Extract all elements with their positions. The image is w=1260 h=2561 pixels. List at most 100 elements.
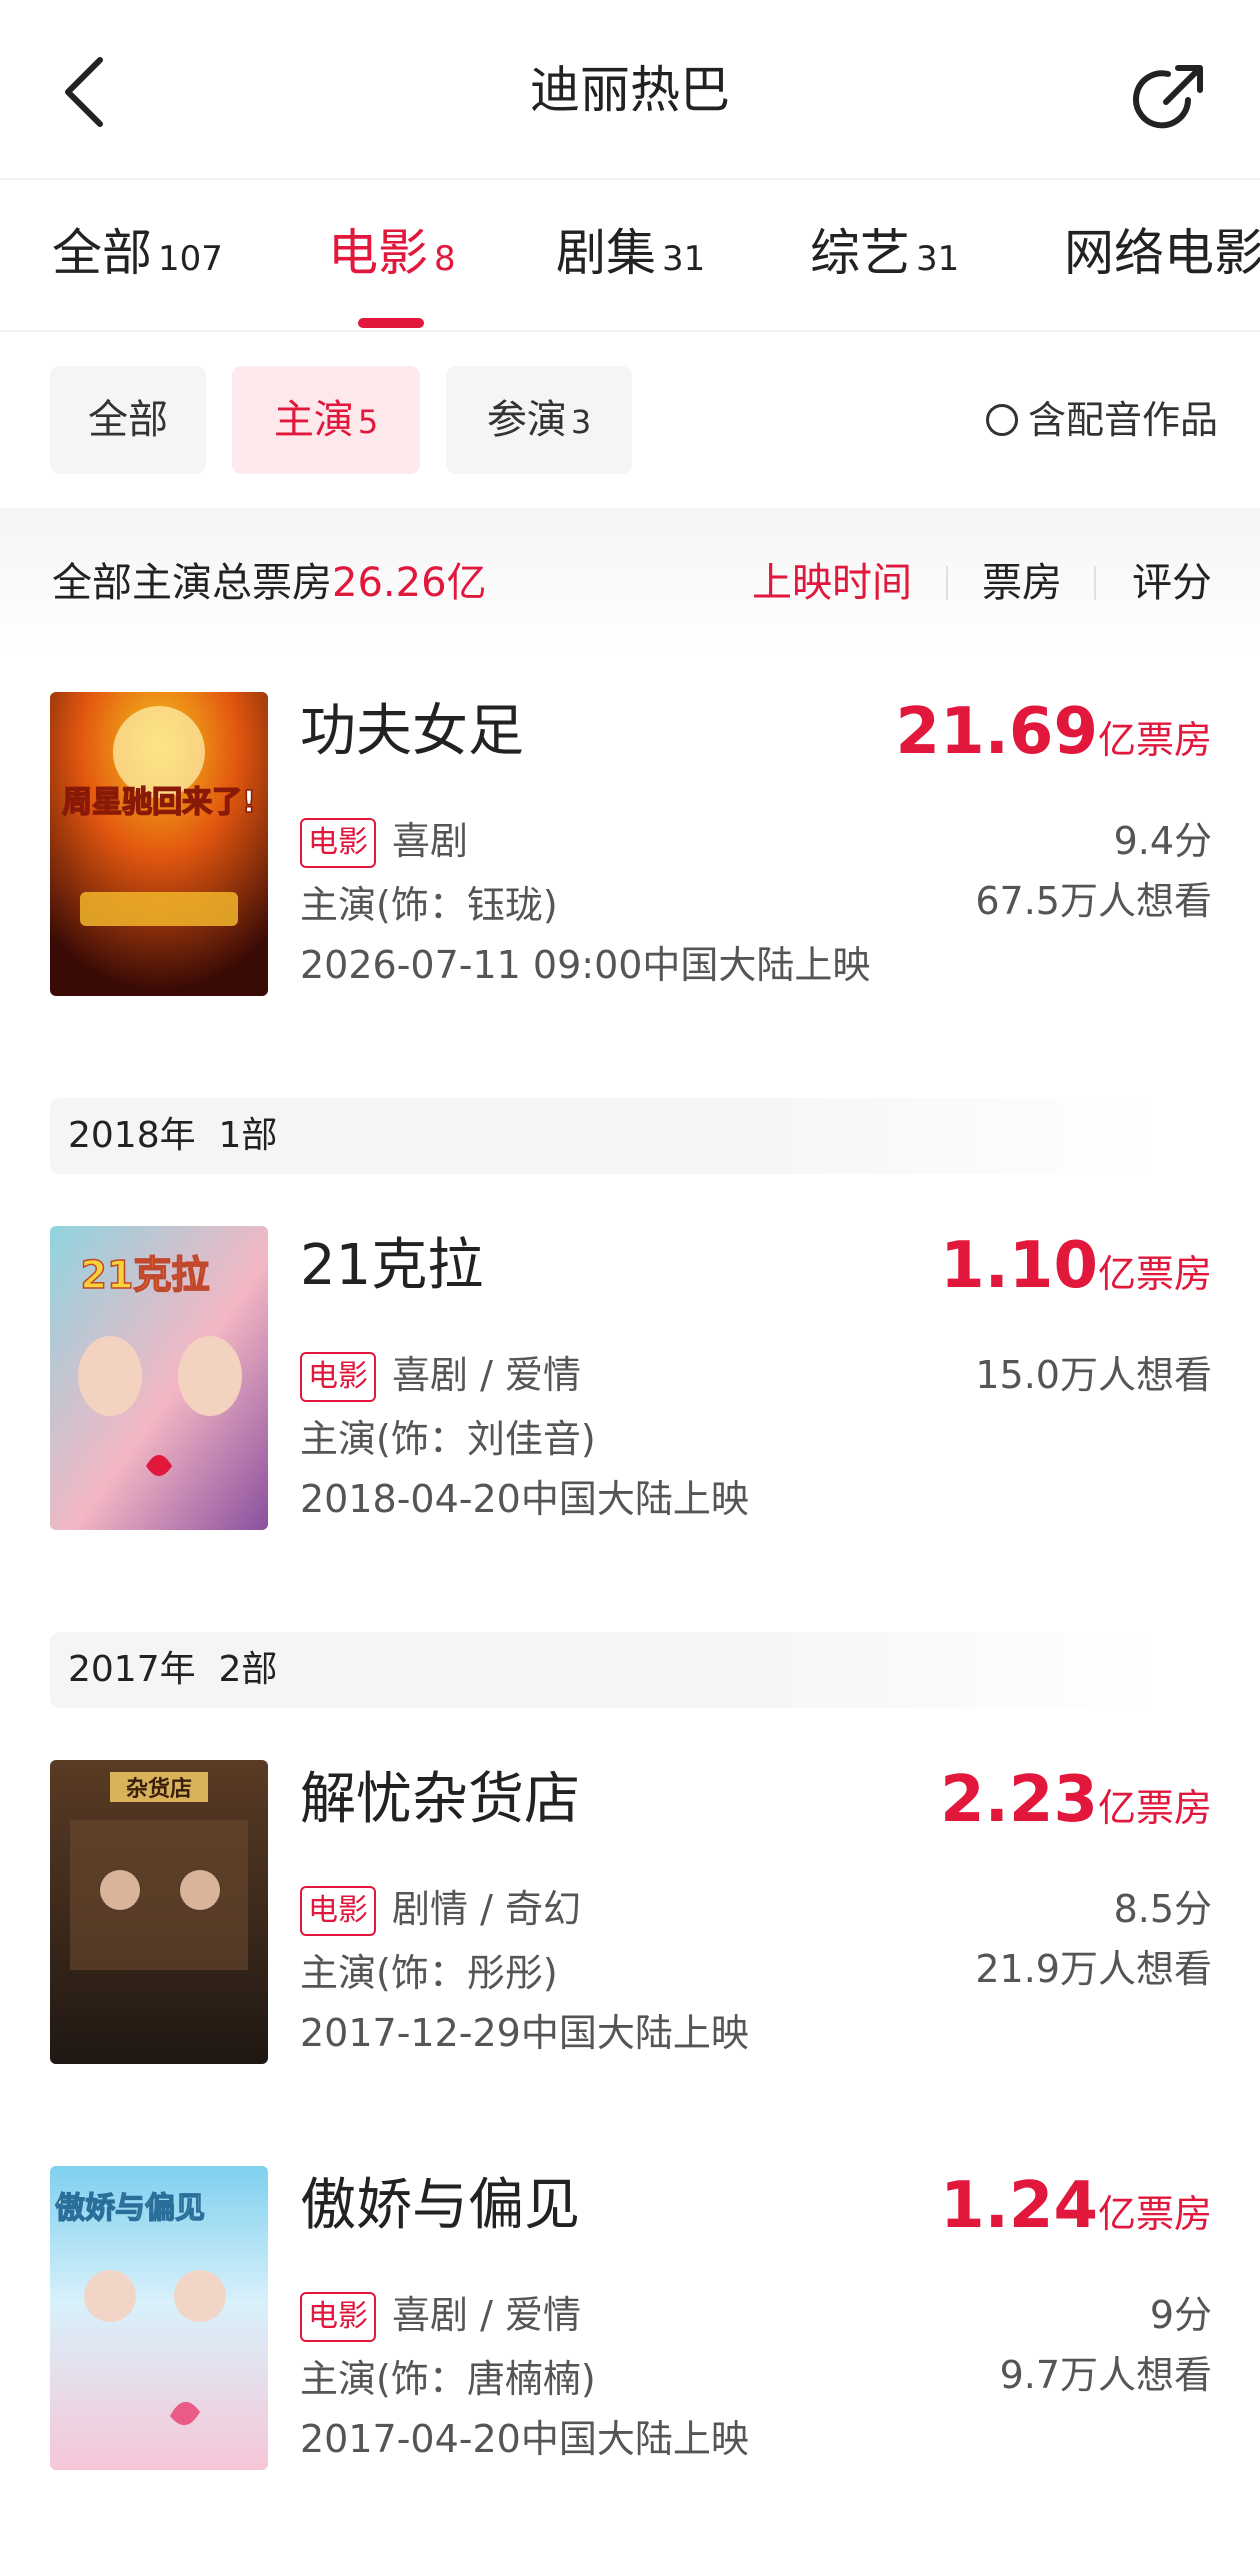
- tab-count: 107: [158, 239, 223, 279]
- release-date: 2017-12-29中国大陆上映: [300, 2011, 749, 2055]
- movie-rating: 9.4分: [1113, 819, 1212, 863]
- box-office-summary: 全部主演总票房26.26亿 上映时间 票房 评分: [0, 508, 1260, 658]
- poster-image: 傲娇与偏见: [50, 2166, 268, 2470]
- movie-genre: 喜剧 / 爱情: [392, 1353, 581, 1397]
- box-office: 1.24亿票房: [940, 2166, 1212, 2254]
- top-bar: 迪丽热巴: [0, 0, 1260, 180]
- movie-title: 功夫女足: [300, 699, 524, 764]
- filter-bar: 全部 主演 5 参演 3 含配音作品: [0, 332, 1260, 507]
- summary-text: 全部主演总票房26.26亿: [52, 548, 487, 618]
- movie-genre: 喜剧 / 爱情: [392, 2293, 581, 2337]
- box-office-unit: 亿票房: [1097, 718, 1212, 762]
- tab-variety[interactable]: 综艺 31: [810, 218, 959, 294]
- filter-chip-supporting[interactable]: 参演 3: [446, 366, 632, 474]
- tab-label: 剧集: [556, 224, 656, 282]
- filter-chip-all[interactable]: 全部: [50, 366, 206, 474]
- sort-by-box-office[interactable]: 票房: [982, 548, 1062, 618]
- active-tab-indicator: [358, 318, 424, 328]
- movie-role: 主演(饰：彤彤): [300, 1951, 558, 1995]
- want-to-see-count: 21.9万人想看: [975, 1947, 1212, 1991]
- category-tabs: 全部 107 电影 8 剧集 31 综艺 31 网络电影: [0, 180, 1260, 332]
- want-to-see-count: 67.5万人想看: [975, 879, 1212, 923]
- filter-chip-lead[interactable]: 主演 5: [232, 366, 420, 474]
- movie-poster[interactable]: 21克拉: [50, 1226, 268, 1530]
- poster-text: 杂货店: [126, 1776, 192, 1802]
- chip-count: 3: [570, 403, 592, 441]
- tab-series[interactable]: 剧集 31: [556, 218, 705, 294]
- movie-item[interactable]: 杂货店 解忧杂货店 2.23亿票房 电影 剧情 / 奇幻 主演(饰：彤彤) 20…: [0, 1760, 1260, 2070]
- tab-all[interactable]: 全部 107: [52, 218, 223, 294]
- year-label: 2017年: [68, 1649, 196, 1690]
- tab-label: 电影: [328, 224, 428, 282]
- movie-rating: 8.5分: [1113, 1887, 1212, 1931]
- tab-count: 8: [434, 239, 456, 279]
- tab-web-movie[interactable]: 网络电影: [1064, 218, 1260, 288]
- sort-by-release[interactable]: 上映时间: [752, 548, 912, 618]
- box-office-value: 2.23: [940, 1763, 1098, 1837]
- year-count: 2部: [218, 1649, 278, 1690]
- want-to-see-count: 9.7万人想看: [999, 2353, 1212, 2397]
- movie-title: 傲娇与偏见: [300, 2173, 580, 2238]
- box-office-value: 1.24: [940, 2169, 1098, 2243]
- type-tag: 电影: [300, 818, 376, 868]
- poster-image: 杂货店: [50, 1760, 268, 2064]
- box-office-value: 1.10: [940, 1229, 1098, 1303]
- summary-label: 全部主演总票房: [52, 560, 332, 606]
- movie-rating: 9分: [1149, 2293, 1212, 2337]
- box-office: 2.23亿票房: [940, 1760, 1212, 1848]
- want-to-see-count: 15.0万人想看: [975, 1353, 1212, 1397]
- movie-role: 主演(饰：刘佳音): [300, 1417, 596, 1461]
- release-date: 2018-04-20中国大陆上映: [300, 1477, 749, 1521]
- movie-title: 21克拉: [300, 1233, 484, 1298]
- sort-divider: [1094, 566, 1096, 600]
- poster-text: 21克拉: [81, 1253, 210, 1297]
- chip-label: 参演: [486, 397, 567, 443]
- dubbing-label: 含配音作品: [1028, 398, 1219, 442]
- year-label: 2018年: [68, 1115, 196, 1156]
- page-title: 迪丽热巴: [530, 61, 730, 119]
- tab-count: 31: [662, 239, 706, 279]
- chip-label: 全部: [88, 397, 168, 443]
- radio-icon: [986, 403, 1018, 436]
- tab-movie[interactable]: 电影 8: [328, 218, 456, 294]
- share-button[interactable]: [1130, 58, 1210, 138]
- chip-count: 5: [357, 403, 379, 441]
- movie-item[interactable]: 傲娇与偏见 傲娇与偏见 1.24亿票房 电影 喜剧 / 爱情 主演(饰：唐楠楠)…: [0, 2166, 1260, 2476]
- poster-text: 傲娇与偏见: [55, 2191, 205, 2226]
- type-tag: 电影: [300, 1886, 376, 1936]
- type-tag: 电影: [300, 2292, 376, 2342]
- movie-title: 解忧杂货店: [300, 1767, 580, 1832]
- tab-label: 网络电影: [1064, 224, 1260, 282]
- share-icon: [1133, 65, 1203, 129]
- movie-role: 主演(饰：钰珑): [300, 883, 558, 927]
- sort-divider: [946, 566, 948, 600]
- poster-image: 21克拉: [50, 1226, 268, 1530]
- sort-by-rating[interactable]: 评分: [1132, 548, 1212, 618]
- movie-poster[interactable]: 杂货店: [50, 1760, 268, 2064]
- movie-poster[interactable]: 周星驰回来了!: [50, 692, 268, 996]
- box-office-unit: 亿票房: [1097, 1252, 1212, 1296]
- poster-image: 周星驰回来了!: [50, 692, 268, 996]
- movie-genre: 剧情 / 奇幻: [392, 1887, 581, 1931]
- tab-label: 全部: [52, 224, 152, 282]
- include-dubbing-toggle[interactable]: 含配音作品: [986, 390, 1218, 450]
- box-office-value: 21.69: [895, 695, 1098, 769]
- box-office-unit: 亿票房: [1097, 1786, 1212, 1830]
- release-date: 2017-04-20中国大陆上映: [300, 2417, 749, 2461]
- movie-item[interactable]: 21克拉 21克拉 1.10亿票房 电影 喜剧 / 爱情 主演(饰：刘佳音) 2…: [0, 1226, 1260, 1536]
- year-group-header: 2017年 2部: [50, 1632, 1160, 1708]
- summary-total: 26.26亿: [332, 560, 487, 606]
- box-office: 1.10亿票房: [940, 1226, 1212, 1314]
- tab-count: 31: [916, 239, 960, 279]
- box-office-unit: 亿票房: [1097, 2192, 1212, 2236]
- year-count: 1部: [218, 1115, 278, 1156]
- release-date: 2026-07-11 09:00中国大陆上映: [300, 943, 871, 987]
- movie-role: 主演(饰：唐楠楠): [300, 2357, 596, 2401]
- tab-label: 综艺: [810, 224, 910, 282]
- movie-genre: 喜剧: [392, 819, 469, 863]
- movie-item[interactable]: 周星驰回来了! 功夫女足 21.69亿票房 电影 喜剧 主演(饰：钰珑) 202…: [0, 692, 1260, 1002]
- box-office: 21.69亿票房: [896, 692, 1212, 780]
- movie-poster[interactable]: 傲娇与偏见: [50, 2166, 268, 2470]
- year-group-header: 2018年 1部: [50, 1098, 1160, 1174]
- type-tag: 电影: [300, 1352, 376, 1402]
